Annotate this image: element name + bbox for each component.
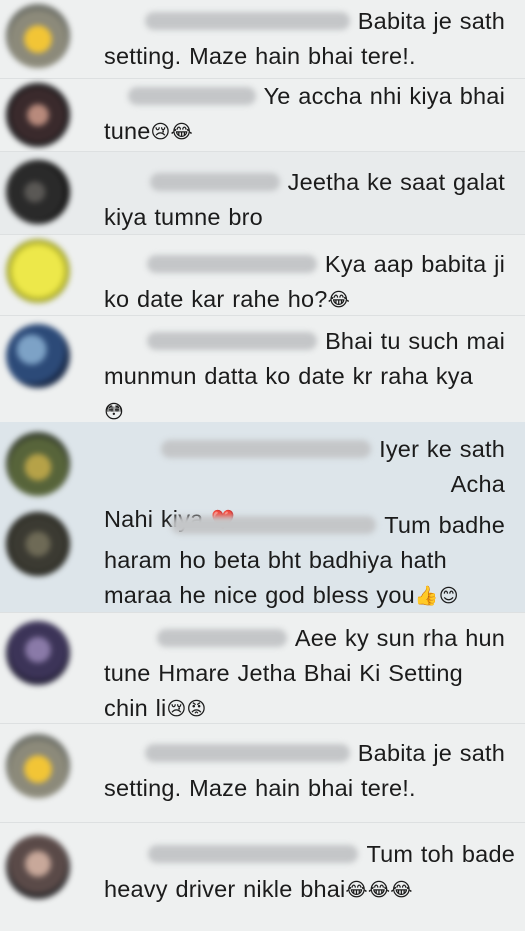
comment-item: Babita je sath setting. Maze hain bhai t… [0,724,525,822]
yellow-avatar-icon[interactable] [6,734,70,798]
username-blurred[interactable] [127,86,256,105]
username-blurred[interactable] [149,172,280,191]
comment-text: setting. Maze hain bhai tere!. [104,775,416,801]
username-blurred[interactable] [156,628,287,647]
photo-avatar-icon[interactable] [6,83,70,147]
username-blurred[interactable] [171,515,377,534]
photo-avatar-icon[interactable] [6,621,70,685]
comment-text: haram ho beta bht badhiya hath [104,547,447,573]
smiley-avatar-icon[interactable] [6,239,70,303]
comment-text: munmun datta ko date kr raha kya [104,363,474,389]
comment-text: Tum toh bade [366,841,515,867]
comment-text: maraa he nice god bless you [104,582,415,608]
comment-text: Kya aap babita ji [324,251,505,277]
username-blurred[interactable] [147,331,318,350]
comment-text: Tum badhe [384,512,505,538]
comment-text: tune Hmare Jetha Bhai Ki Setting [104,660,463,686]
yellow-avatar-icon[interactable] [6,4,70,68]
emoji-reaction: 😂😂😂 [345,880,413,901]
username-blurred[interactable] [146,254,317,273]
emoji-reaction: 👍😊 [414,586,459,607]
photo-avatar-icon[interactable] [6,160,70,224]
comment-item: Bhai tu such mai munmun datta ko date kr… [0,316,525,423]
emoji-reaction: 😂 [327,290,350,311]
comment-item: Jeetha ke saat galat kiya tumne bro [0,152,525,234]
comment-text: Babita je sath [357,740,505,766]
comment-text: ko date kar rahe ho? [104,286,328,312]
comment-text: Iyer ke sath Acha [379,436,505,497]
comment-item: Babita je sath setting. Maze hain bhai t… [0,0,525,78]
comment-text: setting. Maze hain bhai tere!. [104,43,416,69]
comment-text: kiya tumne bro [104,204,263,230]
comment-text: Ye accha nhi kiya bhai [263,83,505,109]
username-blurred[interactable] [144,11,350,30]
comment-text: Bhai tu such mai [325,328,505,354]
comment-text: tune [104,118,151,144]
photo-avatar-icon[interactable] [6,512,70,576]
comment-item: Tum toh bade heavy driver nikle bhai😂😂😂 [0,823,525,931]
comment-text: chin li [104,695,167,721]
emoji-reaction: 😢😡 [166,699,207,720]
photo-avatar-icon[interactable] [6,432,70,496]
comment-text: heavy driver nikle bhai [104,876,346,902]
comment-item: Tum badhe haram ho beta bht badhiya hath… [0,504,525,612]
comment-item: Iyer ke sath Acha Nahi kiya ❤️ [0,422,525,532]
emoji-reaction: 😢😂 [150,122,193,143]
comment-item: Ye accha nhi kiya bhai tune😢😂 [0,79,525,151]
photo-avatar-icon[interactable] [6,835,70,899]
comment-item: Kya aap babita ji ko date kar rahe ho?😂 [0,235,525,315]
comment-text: Jeetha ke saat galat [287,169,505,195]
comment-item: Aee ky sun rha hun tune Hmare Jetha Bhai… [0,613,525,723]
username-blurred[interactable] [161,439,372,458]
photo-avatar-icon[interactable] [6,324,70,388]
username-blurred[interactable] [148,844,359,863]
comment-text: Babita je sath [357,8,505,34]
username-blurred[interactable] [144,743,350,762]
comment-text: Aee ky sun rha hun [294,625,505,651]
comment-feed: Babita je sath setting. Maze hain bhai t… [0,0,525,931]
